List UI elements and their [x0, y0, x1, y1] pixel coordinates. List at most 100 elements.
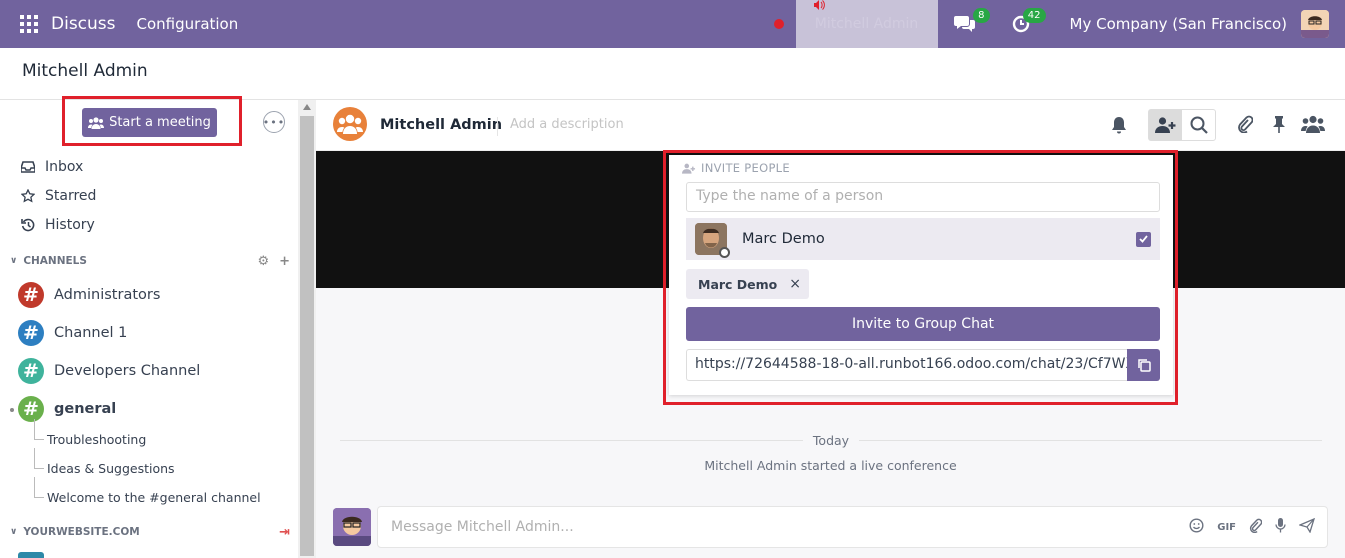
website-header-label: YOURWEBSITE.COM — [23, 526, 140, 538]
sidebar-scrollbar[interactable] — [298, 100, 316, 558]
invite-search-group — [1148, 109, 1216, 141]
paperclip-icon — [1238, 115, 1253, 133]
invite-search-input[interactable]: Type the name of a person — [686, 182, 1160, 212]
sidebar-item-label: History — [45, 217, 95, 233]
recording-indicator — [773, 19, 784, 29]
search-icon — [1190, 116, 1208, 134]
history-icon — [20, 218, 36, 232]
selected-person-chip: Marc Demo × — [686, 269, 810, 299]
channel-label: general — [54, 401, 117, 417]
sub-thread-label: Troubleshooting — [47, 431, 147, 447]
hashtag-icon: # — [18, 358, 44, 384]
inbox-icon — [20, 161, 36, 173]
invite-person-row[interactable]: Marc Demo — [686, 218, 1160, 260]
group-chat-avatar — [333, 107, 367, 141]
pin-icon — [1273, 116, 1285, 133]
person-avatar — [695, 223, 730, 258]
activities-count-badge: 42 — [1022, 8, 1046, 23]
microphone-icon[interactable] — [1275, 518, 1286, 536]
check-icon — [1139, 235, 1148, 243]
star-icon — [20, 189, 36, 203]
search-messages-button[interactable] — [1182, 110, 1215, 140]
channels-header-label: CHANNELS — [23, 255, 87, 267]
website-category-header[interactable]: ∨ YOURWEBSITE.COM ⇥ — [10, 524, 290, 540]
bell-icon — [1112, 117, 1126, 134]
more-options-icon[interactable]: ••• — [263, 111, 285, 133]
scrollbar-thumb[interactable] — [300, 116, 314, 556]
chip-remove-icon[interactable]: × — [789, 276, 801, 292]
sidebar-item-starred[interactable]: Starred — [20, 186, 96, 206]
person-checkbox[interactable] — [1136, 231, 1151, 247]
gear-icon[interactable]: ⚙ — [257, 254, 269, 269]
unread-indicator — [10, 408, 14, 412]
user-plus-icon — [682, 163, 696, 174]
thread-name[interactable]: Mitchell Admin — [380, 117, 502, 133]
gif-button[interactable]: GIF — [1217, 522, 1236, 533]
page-title: Mitchell Admin — [22, 61, 148, 81]
invite-link-field[interactable]: https://72644588-18-0-all.runbot166.odoo… — [686, 349, 1127, 381]
person-name: Marc Demo — [742, 231, 825, 247]
thread-header: Mitchell Admin Add a description — [316, 100, 1345, 151]
notification-settings-button[interactable] — [1102, 109, 1136, 141]
hashtag-icon: # — [18, 320, 44, 346]
top-navbar: Discuss Configuration Mitchell Admin 8 4… — [0, 0, 1345, 48]
sidebar-channel-developers[interactable]: # Developers Channel — [18, 358, 200, 384]
conference-notification: Mitchell Admin started a live conference — [704, 458, 957, 473]
apps-menu-icon[interactable] — [20, 15, 38, 33]
chevron-down-icon: ∨ — [10, 256, 18, 266]
messages-systray[interactable]: 8 — [952, 8, 990, 36]
active-call-pill[interactable]: Mitchell Admin — [795, 0, 938, 48]
meeting-highlight-box — [62, 96, 242, 146]
attachments-button[interactable] — [1228, 109, 1262, 139]
activities-systray[interactable]: 42 — [1008, 8, 1046, 36]
control-panel: Mitchell Admin — [0, 48, 1345, 100]
pinned-messages-button[interactable] — [1262, 109, 1296, 139]
sub-thread-item[interactable]: Troubleshooting — [34, 419, 147, 449]
paperclip-icon[interactable] — [1249, 518, 1263, 536]
thread-description-input[interactable]: Add a description — [497, 117, 624, 136]
sub-thread-item[interactable]: Welcome to the #general channel — [34, 477, 261, 507]
thread-actions-group — [1228, 109, 1330, 141]
sub-thread-label: Welcome to the #general channel — [47, 489, 261, 505]
company-switcher[interactable]: My Company (San Francisco) — [1070, 15, 1287, 33]
invite-to-group-chat-button[interactable]: Invite to Group Chat — [686, 307, 1160, 341]
members-icon — [1301, 115, 1325, 133]
composer-avatar — [333, 508, 371, 546]
sidebar-item-history[interactable]: History — [20, 215, 95, 235]
members-list-button[interactable] — [1296, 109, 1330, 139]
offline-status-icon — [719, 247, 730, 258]
sub-thread-item[interactable]: Ideas & Suggestions — [34, 448, 175, 478]
chat-bubbles-icon — [953, 16, 975, 32]
copy-link-button[interactable] — [1127, 349, 1160, 381]
sidebar-item-inbox[interactable]: Inbox — [20, 157, 83, 177]
day-separator-label: Today — [812, 432, 850, 448]
emoji-icon[interactable] — [1189, 518, 1204, 536]
message-composer[interactable]: Message Mitchell Admin... GIF — [377, 506, 1328, 548]
app-brand[interactable]: Discuss — [51, 14, 116, 34]
day-separator: Today — [340, 432, 1322, 448]
invite-people-panel: INVITE PEOPLE Type the name of a person … — [669, 155, 1173, 395]
chevron-down-icon: ∨ — [10, 527, 18, 537]
sidebar-channel-general[interactable]: # general — [18, 396, 116, 422]
website-channel-avatar[interactable] — [18, 552, 44, 558]
sidebar-item-label: Inbox — [45, 159, 84, 175]
add-channel-icon[interactable]: + — [279, 254, 290, 269]
composer-input[interactable]: Message Mitchell Admin... — [391, 519, 574, 535]
send-icon[interactable] — [1298, 517, 1316, 536]
copy-icon — [1137, 359, 1151, 372]
channels-category-header[interactable]: ∨ CHANNELS ⚙ + — [10, 253, 290, 269]
scroll-up-icon[interactable] — [303, 104, 311, 110]
menu-configuration[interactable]: Configuration — [137, 15, 239, 33]
sidebar-channel-administrators[interactable]: # Administrators — [18, 282, 160, 308]
leave-icon[interactable]: ⇥ — [279, 525, 290, 540]
hashtag-icon: # — [18, 282, 44, 308]
invite-panel-title: INVITE PEOPLE — [682, 161, 790, 175]
sidebar-item-label: Starred — [45, 188, 97, 204]
chip-label: Marc Demo — [698, 276, 778, 292]
navbar-systray: Mitchell Admin 8 42 My Company (San Fran… — [773, 0, 1345, 48]
sidebar-channel-channel-1[interactable]: # Channel 1 — [18, 320, 127, 346]
add-users-button[interactable] — [1149, 110, 1182, 140]
user-plus-icon — [1154, 117, 1175, 133]
user-avatar[interactable] — [1301, 10, 1329, 38]
call-user-label: Mitchell Admin — [814, 16, 919, 32]
